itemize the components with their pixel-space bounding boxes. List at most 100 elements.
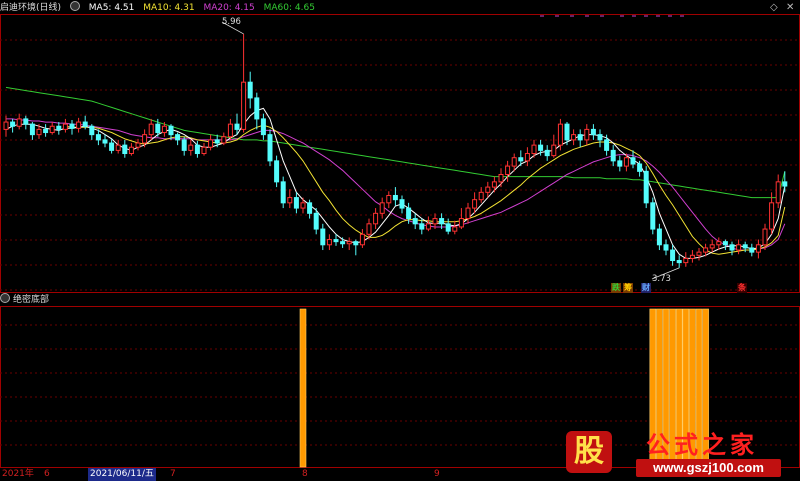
candle-body	[623, 157, 629, 167]
candle-body	[670, 249, 676, 262]
candle-body	[373, 212, 379, 225]
signal-chou-label: 筹	[623, 283, 633, 293]
candle-body	[10, 121, 16, 127]
candle-body	[392, 194, 398, 201]
candle-body	[293, 197, 299, 209]
candle-body	[472, 199, 478, 209]
candle-body	[610, 149, 616, 162]
candle-body	[491, 181, 497, 188]
ma10-label: MA10: 4.31	[143, 3, 195, 13]
ma5-line	[5, 107, 786, 259]
candle-body	[729, 244, 735, 251]
candle-body	[769, 202, 775, 230]
candle-body	[742, 244, 748, 249]
candle-body	[538, 144, 544, 151]
candle-body	[161, 125, 167, 134]
main-panel-frame	[0, 14, 800, 293]
candle-body	[300, 202, 306, 209]
watermark: 股 公式之家 www.gszj100.com	[558, 423, 788, 478]
candle-body	[709, 244, 715, 249]
candle-body	[498, 174, 504, 183]
indicator-header: 启迪环境(日线) MA5: 4.51 MA10: 4.31 MA20: 4.15…	[0, 1, 321, 15]
signal-die-label: 跌	[611, 283, 621, 293]
candle-body	[168, 125, 174, 136]
candle-body	[425, 223, 431, 230]
candle-body	[452, 226, 458, 232]
candle-body	[551, 144, 557, 157]
subpanel-header: 绝密底部	[0, 293, 49, 307]
candle-body	[379, 202, 385, 214]
candle-body	[227, 123, 233, 138]
watermark-url: www.gszj100.com	[636, 459, 781, 477]
candle-body	[762, 228, 768, 246]
candle-body	[478, 191, 484, 201]
candle-body	[267, 134, 273, 162]
axis-year-label: 2021年	[2, 469, 34, 479]
kline-chart-svg[interactable]	[0, 0, 800, 481]
candle-body	[557, 123, 563, 146]
candle-body	[320, 228, 326, 246]
candle-body	[201, 146, 207, 155]
high-price-label: 5.96	[222, 17, 241, 27]
candle-body	[175, 134, 181, 141]
ma60-label: MA60: 4.65	[263, 3, 315, 13]
axis-month-label: 9	[434, 469, 440, 479]
candle-body	[637, 163, 643, 172]
candle-body	[234, 123, 240, 130]
candle-body	[630, 157, 636, 165]
watermark-site-name: 公式之家	[646, 430, 758, 459]
subpanel-title[interactable]: 绝密底部	[13, 295, 49, 305]
candle-body	[115, 144, 121, 151]
candle-body	[16, 118, 22, 127]
candle-body	[76, 121, 82, 129]
candle-body	[696, 251, 702, 256]
candle-body	[56, 125, 62, 130]
close-icon[interactable]: ✕	[786, 2, 794, 13]
subpanel-toggle-icon[interactable]	[0, 293, 10, 303]
candle-body	[749, 247, 755, 253]
candle-body	[406, 207, 412, 220]
candle-body	[313, 212, 319, 230]
candle-body	[597, 134, 603, 141]
candle-body	[109, 142, 115, 151]
candle-body	[716, 241, 722, 246]
candle-body	[432, 218, 438, 225]
candle-body	[142, 134, 148, 144]
low-price-label: 3.73	[652, 274, 671, 284]
candle-body	[340, 241, 346, 245]
candle-body	[584, 128, 590, 141]
candle-body	[274, 160, 280, 183]
chart-window: 启迪环境(日线) MA5: 4.51 MA10: 4.31 MA20: 4.15…	[0, 0, 800, 481]
candle-body	[307, 202, 313, 214]
prev-diamond-icon[interactable]: ◇	[770, 2, 778, 13]
axis-month-label: 8	[302, 469, 308, 479]
signal-cai-label: 财	[641, 283, 651, 293]
candle-body	[643, 170, 649, 204]
ma60-line	[5, 86, 786, 199]
candle-body	[3, 121, 9, 130]
candle-body	[36, 128, 42, 136]
stock-title[interactable]: 启迪环境(日线)	[0, 3, 61, 13]
watermark-logo-icon: 股	[566, 431, 612, 473]
candle-body	[419, 223, 425, 230]
axis-month-label: 6	[44, 469, 50, 479]
candle-body	[439, 218, 445, 225]
candle-body	[505, 165, 511, 176]
candle-body	[676, 260, 682, 264]
candle-body	[445, 223, 451, 232]
candle-body	[214, 139, 220, 144]
candle-body	[353, 241, 359, 246]
candle-body	[399, 199, 405, 209]
candle-body	[650, 202, 656, 230]
candle-body	[188, 144, 194, 151]
candle-body	[241, 81, 247, 130]
candle-body	[128, 146, 134, 155]
candle-body	[346, 241, 352, 245]
candle-body	[775, 181, 781, 204]
candle-body	[102, 139, 108, 144]
candle-body	[531, 144, 537, 155]
candle-body	[604, 139, 610, 151]
candle-body	[412, 218, 418, 225]
toggle-dot-icon[interactable]	[69, 1, 80, 11]
candle-body	[148, 123, 154, 136]
